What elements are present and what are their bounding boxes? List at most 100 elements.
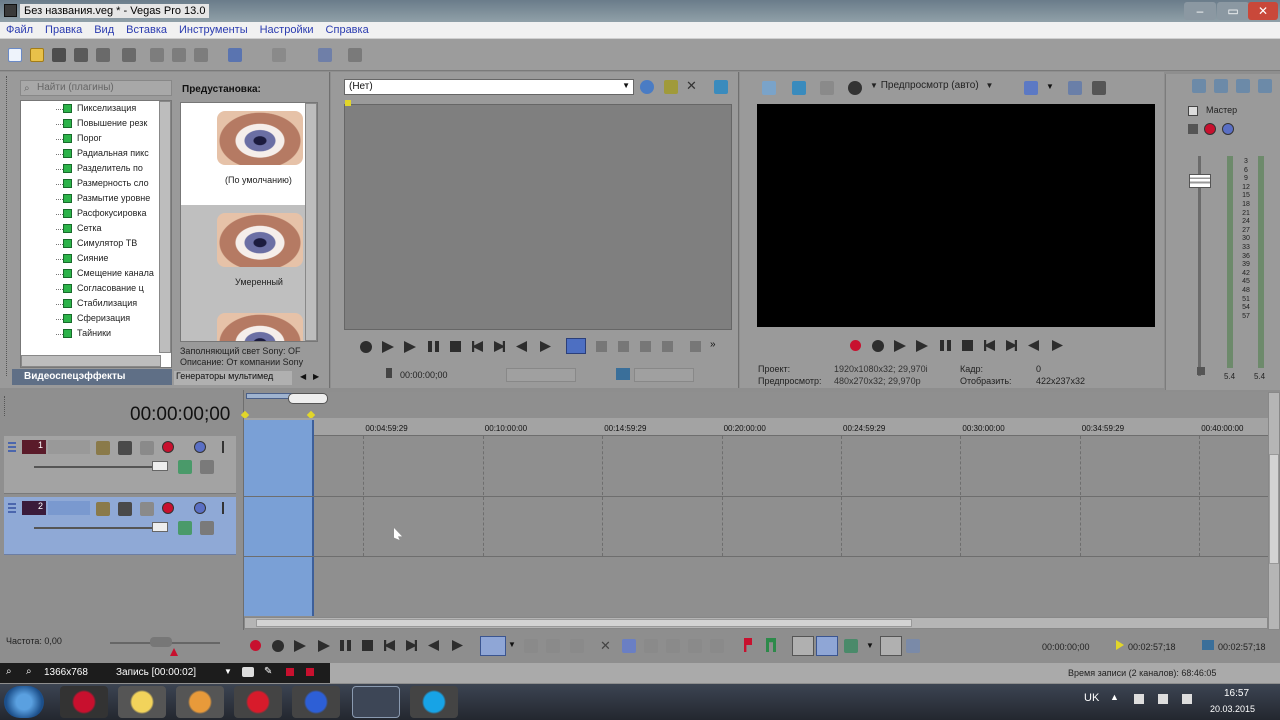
loop-icon[interactable] <box>360 341 372 353</box>
snapping-toggle[interactable] <box>792 636 814 656</box>
play-icon[interactable] <box>318 640 330 652</box>
render-icon[interactable] <box>96 48 110 62</box>
chevron-down-icon[interactable]: ▼ <box>1046 82 1054 91</box>
external-monitor-icon[interactable] <box>792 81 806 95</box>
master-mute-icon[interactable] <box>1204 123 1216 135</box>
preset-moderate[interactable]: Умеренный <box>181 209 305 307</box>
go-start-icon[interactable] <box>984 340 995 351</box>
redo-icon[interactable] <box>272 48 286 62</box>
undo-icon[interactable] <box>228 48 242 62</box>
list-item[interactable]: Пикселизация <box>21 101 171 116</box>
list-item[interactable]: Размытие уровне <box>21 191 171 206</box>
go-end-icon[interactable] <box>494 341 505 352</box>
trim-end-icon[interactable] <box>666 639 680 653</box>
tray-date[interactable]: 20.03.2015 <box>1210 704 1255 714</box>
menu-options[interactable]: Настройки <box>254 22 320 39</box>
paste-icon[interactable] <box>194 48 208 62</box>
track-motion-icon[interactable] <box>96 441 110 455</box>
cut-icon[interactable] <box>150 48 164 62</box>
minimize-button[interactable]: – <box>1184 2 1216 20</box>
envelope-icon[interactable] <box>348 48 362 62</box>
list-item[interactable]: Тайники <box>21 326 171 341</box>
envelope-tool-icon[interactable] <box>524 639 538 653</box>
fx-tree-vscroll[interactable] <box>159 101 171 353</box>
tab-scroll-right-icon[interactable]: ▶ <box>313 372 319 381</box>
next-frame-icon[interactable] <box>540 341 551 352</box>
start-button[interactable] <box>4 686 44 718</box>
record-icon[interactable] <box>250 640 261 651</box>
list-item[interactable]: Повышение резк <box>21 116 171 131</box>
prev-frame-icon[interactable] <box>516 341 527 352</box>
close-icon[interactable]: ✕ <box>686 78 697 94</box>
list-item[interactable]: Симулятор ТВ <box>21 236 171 251</box>
master-fader-handle[interactable] <box>1189 174 1211 188</box>
rate-slider-handle[interactable] <box>150 637 172 647</box>
tray-signal-icon[interactable] <box>1158 694 1168 704</box>
tray-volume-icon[interactable] <box>1182 694 1192 704</box>
tray-clock[interactable]: 16:57 <box>1224 688 1249 699</box>
trimmer-out-field[interactable] <box>634 368 694 382</box>
zoom-tool-icon[interactable] <box>570 639 584 653</box>
tray-arrow-icon[interactable]: ▲ <box>1110 692 1119 702</box>
track-fx-icon[interactable] <box>118 502 132 516</box>
list-item[interactable]: Расфокусировка <box>21 206 171 221</box>
parent-icon[interactable] <box>200 460 214 474</box>
play-icon[interactable] <box>916 340 928 352</box>
overwrite-icon[interactable] <box>690 341 701 352</box>
master-pan-icon[interactable] <box>1258 79 1272 93</box>
taskbar-explorer-icon[interactable] <box>118 686 166 718</box>
close-button[interactable]: ✕ <box>1248 2 1278 20</box>
list-item[interactable]: Разделитель по <box>21 161 171 176</box>
loop-icon[interactable] <box>272 640 284 652</box>
video-track-1[interactable]: 1 <box>4 436 236 494</box>
grid-icon[interactable] <box>1024 81 1038 95</box>
hscroll-thumb[interactable] <box>256 619 912 627</box>
camera-icon[interactable] <box>242 667 254 677</box>
taskbar-opera-icon[interactable] <box>234 686 282 718</box>
taskbar-skype-icon[interactable] <box>410 686 458 718</box>
selection-tool-icon[interactable] <box>546 639 560 653</box>
trimmer-in-field[interactable] <box>506 368 576 382</box>
search-input[interactable]: ⌕ Найти (плагины) <box>20 80 172 96</box>
track-menu-icon[interactable] <box>222 441 224 453</box>
level-slider[interactable] <box>34 527 154 529</box>
list-item[interactable]: Порог <box>21 131 171 146</box>
save-as-icon[interactable] <box>74 48 88 62</box>
prev-frame-icon[interactable] <box>1028 340 1039 351</box>
menu-view[interactable]: Вид <box>88 22 120 39</box>
overlays-icon[interactable] <box>848 81 862 95</box>
master-mix-icon[interactable] <box>1192 79 1206 93</box>
solo-icon[interactable] <box>194 502 206 514</box>
trimmer-mode-button[interactable] <box>566 338 586 354</box>
insert-region-icon[interactable] <box>766 638 776 652</box>
play-icon[interactable] <box>404 341 416 353</box>
master-fx-icon[interactable] <box>1214 79 1228 93</box>
mute-icon[interactable] <box>162 441 174 453</box>
menu-tools[interactable]: Инструменты <box>173 22 254 39</box>
level-slider-handle[interactable] <box>152 461 168 471</box>
pause-icon[interactable] <box>428 341 439 352</box>
chevron-down-icon[interactable]: ▼ <box>508 640 516 649</box>
track-menu-icon[interactable] <box>222 502 224 514</box>
master-solo-icon[interactable] <box>1222 123 1234 135</box>
stop-icon[interactable] <box>362 640 373 651</box>
track-fx-icon[interactable] <box>118 441 132 455</box>
chevron-down-icon[interactable]: ▼ <box>866 641 874 650</box>
master-dim-icon[interactable] <box>1236 79 1250 93</box>
track-collapse-icon[interactable] <box>8 503 16 513</box>
mute-icon[interactable] <box>162 502 174 514</box>
menu-file[interactable]: Файл <box>0 22 39 39</box>
video-preview[interactable] <box>757 104 1155 327</box>
fx-tree[interactable]: Пикселизация Повышение резк Порог Радиал… <box>20 100 172 368</box>
solo-icon[interactable] <box>194 441 206 453</box>
trimmer-monitor[interactable] <box>344 104 732 330</box>
level-slider[interactable] <box>34 466 154 468</box>
list-item[interactable]: Размерность сло <box>21 176 171 191</box>
generators-tab[interactable]: Генераторы мультимед <box>174 371 292 385</box>
composite-mode-icon[interactable] <box>178 521 192 535</box>
go-end-icon[interactable] <box>406 640 417 651</box>
crossfade-icon[interactable] <box>844 639 858 653</box>
pause-icon[interactable] <box>940 340 951 351</box>
compositing-icon[interactable] <box>140 502 154 516</box>
list-item[interactable]: Сферизация <box>21 311 171 326</box>
